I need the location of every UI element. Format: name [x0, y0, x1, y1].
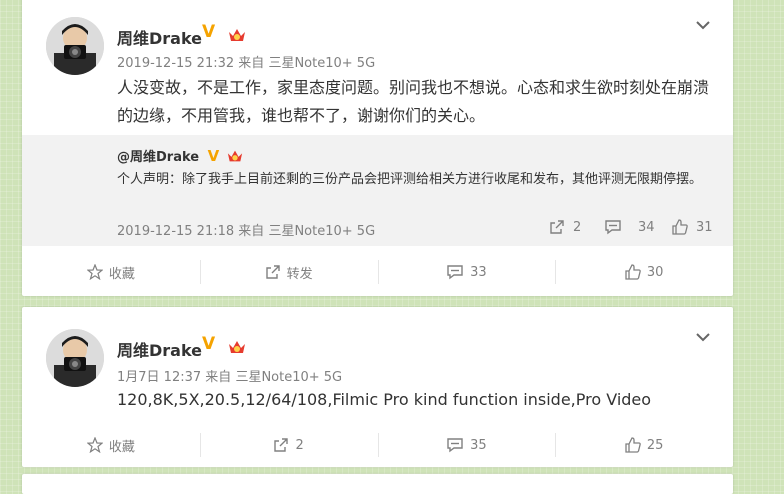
chevron-down-icon[interactable] [695, 17, 711, 33]
comment-icon [447, 265, 463, 280]
thumbs-up-icon [672, 219, 688, 235]
comment-count: 35 [470, 437, 487, 453]
post-meta: 1月7日 12:37 来自 三星Note10+ 5G [117, 366, 342, 385]
avatar[interactable] [46, 17, 104, 75]
post-source[interactable]: 三星Note10+ 5G [268, 56, 375, 71]
retweet-like-count[interactable]: 31 [672, 219, 713, 235]
weibo-post-1: 周维Drake V 2019-12-15 21:32 来自 三星Note10+ … [22, 0, 733, 296]
repost-count: 2 [295, 437, 304, 453]
post-date[interactable]: 2019-12-15 21:32 [117, 56, 234, 71]
vip-crown-icon [229, 341, 245, 353]
star-icon [86, 437, 103, 453]
verified-badge: V [202, 22, 216, 42]
repost-icon [274, 438, 289, 452]
action-bar: 收藏 2 35 25 [22, 423, 733, 467]
retweet-source[interactable]: 三星Note10+ 5G [268, 224, 375, 239]
repost-label: 转发 [286, 266, 313, 282]
user-name[interactable]: 周维Drake [117, 337, 202, 361]
post-text: 人没变故，不是工作，家里态度问题。别问我也不想说。心态和求生欲时刻处在崩溃的边缘… [117, 78, 710, 125]
verified-badge: V [207, 147, 220, 165]
comment-icon [605, 220, 621, 235]
weibo-post-3-partial [22, 474, 733, 494]
source-prefix: 来自 [238, 56, 265, 71]
like-count: 25 [646, 437, 664, 453]
like-count: 30 [646, 264, 664, 280]
source-prefix: 来自 [205, 370, 232, 385]
repost-button[interactable]: 转发 [199, 250, 378, 294]
repost-button[interactable]: 2 [199, 423, 378, 467]
comment-count: 33 [470, 264, 487, 280]
retweet-box[interactable]: @周维Drake V 个人声明：除了我手上目前还剩的三份产品会把评测给相关方进行… [22, 135, 733, 246]
retweet-author-name[interactable]: @周维Drake [117, 150, 199, 165]
verified-badge: V [202, 334, 216, 354]
post-source[interactable]: 三星Note10+ 5G [235, 370, 342, 385]
post-date[interactable]: 1月7日 12:37 [117, 370, 201, 385]
retweet-repost-count[interactable]: 2 [549, 219, 581, 235]
vip-crown-icon [229, 29, 245, 41]
comment-icon [447, 438, 463, 453]
weibo-post-2: 周维Drake V 1月7日 12:37 来自 三星Note10+ 5G 120… [22, 307, 733, 467]
like-button[interactable]: 25 [555, 423, 733, 467]
like-count: 31 [696, 219, 713, 235]
comment-button[interactable]: 33 [377, 250, 556, 294]
favorite-label: 收藏 [108, 266, 135, 282]
action-bar: 收藏 转发 33 30 [22, 250, 733, 294]
retweet-author[interactable]: @周维Drake V [117, 146, 244, 165]
vip-crown-icon [227, 150, 242, 162]
star-icon [86, 264, 103, 280]
retweet-comment-count[interactable]: 34 [604, 219, 655, 235]
thumbs-up-icon [625, 264, 641, 280]
avatar-photo [46, 17, 104, 75]
user-name[interactable]: 周维Drake [117, 25, 202, 49]
like-button[interactable]: 30 [555, 250, 733, 294]
repost-count: 2 [573, 219, 582, 235]
chevron-down-icon[interactable] [695, 329, 711, 345]
favorite-label: 收藏 [108, 439, 135, 455]
comment-count: 34 [638, 219, 655, 235]
retweet-date[interactable]: 2019-12-15 21:18 [117, 224, 234, 239]
source-prefix: 来自 [238, 224, 265, 239]
favorite-button[interactable]: 收藏 [22, 250, 200, 294]
comment-button[interactable]: 35 [377, 423, 556, 467]
repost-icon [265, 265, 280, 279]
post-text: 120,8K,5X,20.5,12/64/108,Filmic Pro kind… [117, 390, 652, 409]
post-meta: 2019-12-15 21:32 来自 三星Note10+ 5G [117, 52, 375, 71]
avatar-photo [46, 329, 104, 387]
retweet-meta: 2019-12-15 21:18 来自 三星Note10+ 5G [117, 220, 375, 239]
repost-icon [550, 220, 564, 234]
favorite-button[interactable]: 收藏 [22, 423, 200, 467]
retweet-text: 个人声明：除了我手上目前还剩的三份产品会把评测给相关方进行收尾和发布，其他评测无… [117, 172, 703, 187]
thumbs-up-icon [625, 437, 641, 453]
avatar[interactable] [46, 329, 104, 387]
